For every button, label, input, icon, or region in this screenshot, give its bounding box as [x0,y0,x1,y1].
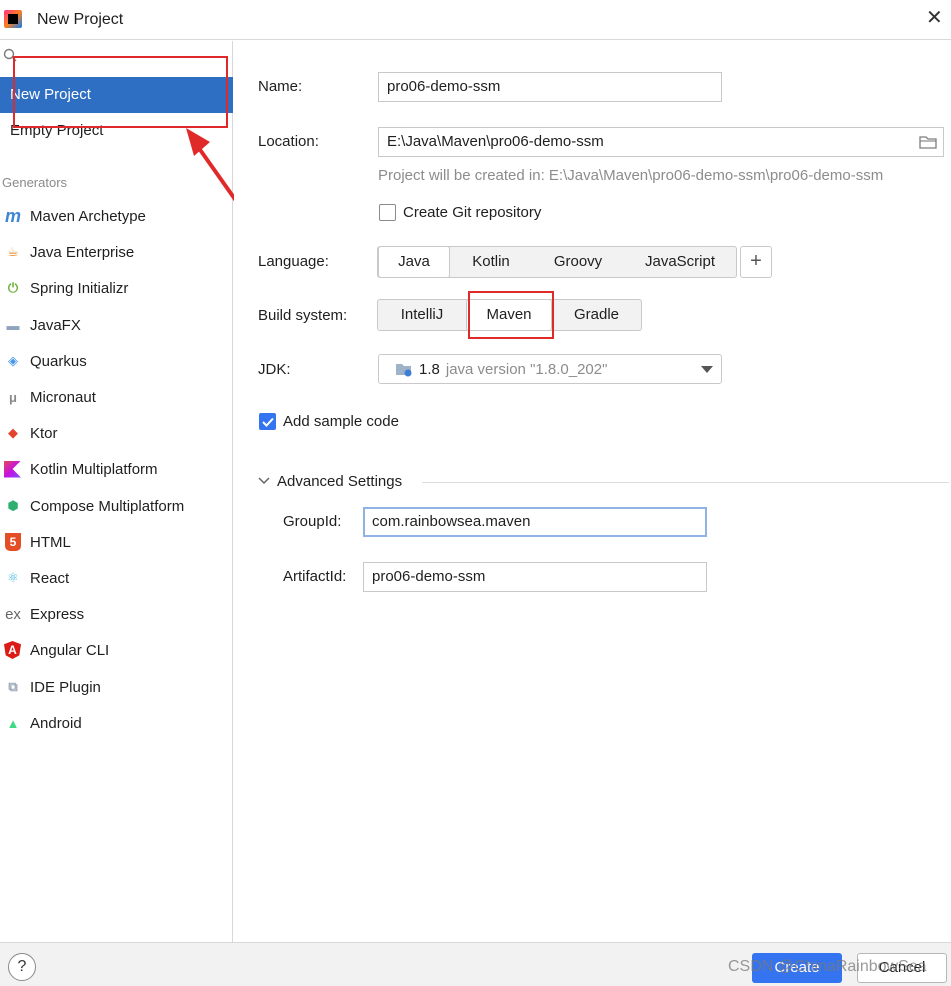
generator-label: Compose Multiplatform [30,497,185,515]
search-icon[interactable] [3,48,17,62]
generator-item-react[interactable]: ⚛ React [0,563,233,593]
spring-icon: ⏻ [7,280,19,295]
language-option-kotlin[interactable]: Kotlin [450,247,532,277]
build-system-selector: IntelliJ Maven Gradle [377,299,642,331]
cancel-button[interactable]: Cancel [857,953,947,983]
generator-item-maven-archetype[interactable]: m Maven Archetype [0,201,233,231]
maven-icon: m [4,205,21,226]
location-value: E:\Java\Maven\pro06-demo-ssm [387,133,604,150]
java-enterprise-icon: ☕ [7,244,19,259]
generators-section-label: Generators [2,175,68,190]
generator-item-javafx[interactable]: ▬ JavaFX [0,310,233,340]
chevron-down-icon[interactable] [258,477,270,485]
language-option-groovy[interactable]: Groovy [532,247,624,277]
jdk-version: 1.8 [419,360,440,378]
groupid-label: GroupId: [283,513,342,530]
location-label: Location: [258,133,319,150]
generator-label: HTML [30,533,71,551]
jdk-dropdown[interactable]: 1.8 java version "1.8.0_202" [378,354,722,384]
intellij-app-icon [4,10,22,28]
jdk-folder-icon [396,364,412,377]
express-icon: ex [5,605,21,623]
build-system-label: Build system: [258,307,348,324]
generator-item-compose-multiplatform[interactable]: ⬢ Compose Multiplatform [0,491,233,521]
generator-label: Micronaut [30,388,96,406]
compose-icon: ⬢ [7,498,19,513]
language-option-javascript[interactable]: JavaScript [624,247,736,277]
name-label: Name: [258,78,303,95]
generator-item-html[interactable]: 5 HTML [0,527,233,557]
chevron-down-icon [701,366,713,373]
generator-label: Maven Archetype [30,207,146,225]
generator-label: Angular CLI [30,641,110,659]
advanced-settings-divider [422,482,949,483]
add-language-button[interactable]: + [740,246,772,278]
react-icon: ⚛ [7,570,19,585]
generator-label: Java Enterprise [30,243,135,261]
generator-label: IDE Plugin [30,678,101,696]
android-icon: ▲ [6,715,20,731]
generator-item-java-enterprise[interactable]: ☕ Java Enterprise [0,237,233,267]
title-bar: New Project ✕ [0,0,951,40]
generator-label: Spring Initializr [30,279,129,297]
ktor-icon: ◆ [8,425,18,440]
artifactid-label: ArtifactId: [283,568,347,585]
language-option-java[interactable]: Java [378,246,450,278]
sidebar-item-label: New Project [10,86,91,103]
jdk-detail: java version "1.8.0_202" [445,360,608,378]
sidebar-item-label: Empty Project [10,122,104,139]
plugin-icon: ⧉ [8,679,18,694]
create-git-checkbox[interactable] [379,204,396,221]
generator-item-ktor[interactable]: ◆ Ktor [0,418,233,448]
language-selector: Java Kotlin Groovy JavaScript [377,246,737,278]
generator-item-express[interactable]: ex Express [0,599,233,629]
checkmark-icon [262,417,274,427]
generator-item-android[interactable]: ▲ Android [0,708,233,738]
build-option-maven[interactable]: Maven [466,299,552,331]
jdk-label: JDK: [258,361,291,378]
quarkus-icon: ◈ [8,353,18,368]
generator-item-kotlin-multiplatform[interactable]: K Kotlin Multiplatform [0,454,233,484]
generator-item-quarkus[interactable]: ◈ Quarkus [0,346,233,376]
generator-label: JavaFX [30,316,81,334]
location-field[interactable]: E:\Java\Maven\pro06-demo-ssm [378,127,944,157]
angular-icon: A [4,641,21,659]
kotlin-icon: K [4,460,21,478]
build-option-gradle[interactable]: Gradle [552,300,641,330]
add-sample-code-label: Add sample code [283,413,399,430]
generator-item-spring-initializr[interactable]: ⏻ Spring Initializr [0,273,233,303]
generator-label: Kotlin Multiplatform [30,460,158,478]
groupid-field[interactable]: com.rainbowsea.maven [363,507,707,537]
dialog-footer: ? Create Cancel [0,942,951,986]
build-option-intellij[interactable]: IntelliJ [378,300,466,330]
create-git-label: Create Git repository [403,204,542,221]
generator-item-micronaut[interactable]: μ Micronaut [0,382,233,412]
sidebar-item-empty-project[interactable]: Empty Project [0,113,233,149]
project-settings-form: Name: pro06-demo-ssm Location: E:\Java\M… [234,41,951,942]
location-hint: Project will be created in: E:\Java\Mave… [378,167,884,184]
html5-icon: 5 [5,533,21,551]
sidebar-item-new-project[interactable]: New Project [0,77,233,113]
project-type-sidebar: New Project Empty Project Generators m Ma… [0,41,233,942]
create-button[interactable]: Create [752,953,842,983]
micronaut-icon: μ [9,389,17,405]
javafx-icon: ▬ [6,317,20,333]
folder-browse-icon[interactable] [919,135,937,149]
generator-label: Express [30,605,85,623]
add-sample-code-checkbox[interactable] [259,413,276,430]
advanced-settings-toggle[interactable]: Advanced Settings [277,473,402,490]
help-button[interactable]: ? [8,953,36,981]
generator-label: React [30,569,70,587]
generator-label: Ktor [30,424,58,442]
window-title: New Project [37,11,124,28]
name-field[interactable]: pro06-demo-ssm [378,72,722,102]
generator-label: Quarkus [30,352,87,370]
generator-label: Android [30,714,82,732]
generator-item-ide-plugin[interactable]: ⧉ IDE Plugin [0,672,233,702]
language-label: Language: [258,253,329,270]
artifactid-field[interactable]: pro06-demo-ssm [363,562,707,592]
close-icon[interactable]: ✕ [926,8,943,28]
generator-item-angular-cli[interactable]: A Angular CLI [0,635,233,665]
